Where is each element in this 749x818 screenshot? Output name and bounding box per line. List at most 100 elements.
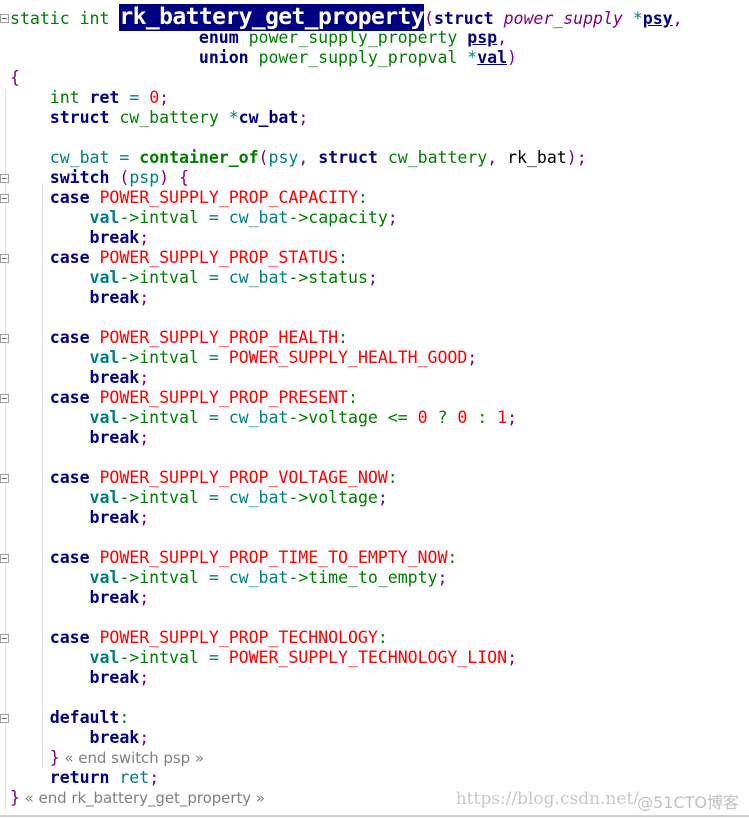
code-line[interactable]: val->intval = POWER_SUPPLY_TECHNOLOGY_LI… [10, 648, 518, 668]
code-line[interactable]: { [10, 68, 20, 88]
code-line[interactable]: case POWER_SUPPLY_PROP_PRESENT: [10, 388, 358, 408]
code-line[interactable]: break; [10, 288, 150, 308]
code-token: struct [433, 9, 494, 28]
code-line[interactable]: val->intval = cw_bat->voltage; [10, 488, 388, 508]
code-token: = [198, 268, 229, 287]
code-token: 0 [457, 408, 468, 427]
watermark-brand: @51CTO博客 [637, 793, 739, 812]
code-token: default [49, 708, 120, 727]
code-token: container_of [139, 148, 259, 167]
code-token: case [49, 328, 90, 347]
code-token: = [198, 408, 229, 427]
code-line[interactable]: case POWER_SUPPLY_PROP_TECHNOLOGY: [10, 628, 388, 648]
code-token: ( [258, 148, 269, 167]
code-line[interactable]: default: [10, 708, 130, 728]
code-token: POWER_SUPPLY_PROP_CAPACITY [89, 188, 358, 207]
code-line[interactable]: enum power_supply_property psp, [10, 28, 507, 48]
code-line[interactable]: cw_bat = container_of(psy, struct cw_bat… [10, 148, 587, 168]
code-line[interactable]: case POWER_SUPPLY_PROP_STATUS: [10, 248, 348, 268]
code-line[interactable]: switch (psp) { [10, 168, 189, 188]
code-token: ; [367, 268, 378, 287]
code-token: switch [49, 168, 110, 187]
fold-toggle-icon[interactable] [0, 554, 9, 563]
code-token: ->intval [119, 488, 199, 507]
code-line[interactable]: val->intval = cw_bat->voltage <= 0 ? 0 :… [10, 408, 518, 428]
code-token: : [119, 708, 130, 727]
code-line[interactable]: break; [10, 508, 150, 528]
fold-toggle-icon[interactable] [0, 254, 9, 263]
code-token: break [89, 228, 140, 247]
code-line[interactable]: val->intval = POWER_SUPPLY_HEALTH_GOOD; [10, 348, 478, 368]
code-line[interactable]: break; [10, 228, 150, 248]
code-token: ->intval [119, 348, 199, 367]
fold-toggle-icon[interactable] [0, 714, 9, 723]
code-token: return [49, 768, 110, 787]
code-token: case [49, 548, 90, 567]
fold-toggle-icon[interactable] [0, 394, 9, 403]
fold-toggle-icon[interactable] [0, 634, 9, 643]
code-token: break [89, 368, 140, 387]
fold-toggle-icon[interactable] [0, 334, 9, 343]
code-token: ->status [288, 268, 368, 287]
code-token: * [632, 9, 643, 28]
code-token: ; [507, 648, 518, 667]
code-token: : [357, 188, 368, 207]
code-token: ->capacity [288, 208, 388, 227]
code-token: val [89, 648, 120, 667]
code-token: ; [139, 508, 150, 527]
code-line[interactable]: case POWER_SUPPLY_PROP_CAPACITY: [10, 188, 368, 208]
code-line[interactable]: case POWER_SUPPLY_PROP_VOLTAGE_NOW: [10, 468, 398, 488]
code-token: union [198, 48, 249, 67]
code-editor[interactable]: static int rk_battery_get_property(struc… [0, 0, 749, 817]
code-line[interactable]: break; [10, 428, 150, 448]
code-token: 0 [417, 408, 428, 427]
code-line[interactable]: } « end switch psp » [10, 748, 204, 768]
code-line[interactable]: break; [10, 728, 150, 748]
fold-toggle-icon[interactable] [0, 194, 9, 203]
code-token: case [49, 188, 90, 207]
code-token: POWER_SUPPLY_HEALTH_GOOD [228, 348, 468, 367]
code-token: ; [298, 108, 309, 127]
code-token: psy [268, 148, 299, 167]
code-token: rk_bat [507, 148, 567, 167]
code-line[interactable]: union power_supply_propval *val) [10, 48, 517, 68]
fold-toggle-icon[interactable] [0, 474, 9, 483]
code-token: * [467, 48, 478, 67]
code-token: cw_battery [109, 108, 229, 127]
code-token: ( [424, 9, 434, 28]
code-token: case [49, 468, 90, 487]
code-line[interactable]: case POWER_SUPPLY_PROP_TIME_TO_EMPTY_NOW… [10, 548, 458, 568]
fold-toggle-icon[interactable] [0, 14, 9, 23]
code-token: : [447, 548, 458, 567]
code-token: enum [198, 28, 239, 47]
code-line[interactable]: val->intval = cw_bat->capacity; [10, 208, 398, 228]
code-line[interactable]: struct cw_battery *cw_bat; [10, 108, 309, 128]
code-line[interactable]: int ret = 0; [10, 88, 169, 108]
code-token: ->intval [119, 568, 199, 587]
code-token: 1 [497, 408, 508, 427]
code-line[interactable]: return ret; [10, 768, 159, 788]
code-token: POWER_SUPPLY_PROP_PRESENT [89, 388, 348, 407]
code-token: ); [566, 148, 587, 167]
code-token: case [49, 248, 90, 267]
code-line[interactable]: static int rk_battery_get_property(struc… [10, 4, 683, 31]
code-line[interactable]: break; [10, 588, 150, 608]
code-line[interactable]: val->intval = cw_bat->time_to_empty; [10, 568, 448, 588]
code-line[interactable]: break; [10, 368, 150, 388]
code-line[interactable]: val->intval = cw_bat->status; [10, 268, 378, 288]
code-line[interactable]: break; [10, 668, 150, 688]
selected-function-name: rk_battery_get_property [119, 4, 425, 31]
code-line[interactable]: case POWER_SUPPLY_PROP_HEALTH: [10, 328, 348, 348]
code-token: ? [427, 408, 458, 427]
code-line[interactable]: } « end rk_battery_get_property » [10, 788, 265, 808]
fold-toggle-icon[interactable] [0, 174, 9, 183]
